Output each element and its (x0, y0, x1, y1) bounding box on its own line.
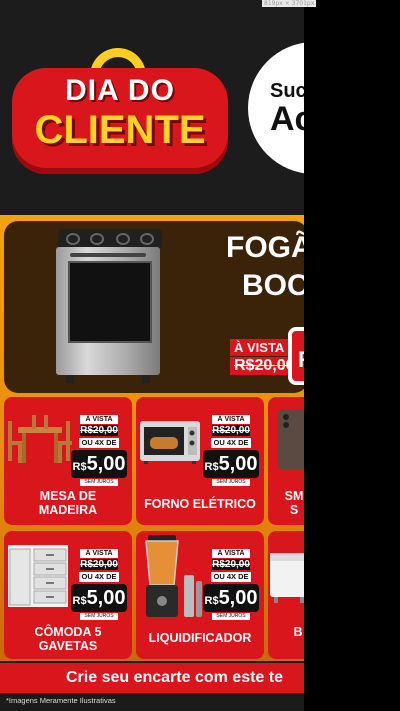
stove-oven-window (68, 261, 152, 343)
stove-cooktop (58, 229, 162, 249)
product-name: MESA DE MADEIRA (38, 489, 98, 517)
featured-title-line-1: FOGÃ (226, 231, 304, 264)
avista-label: À VISTA (80, 415, 118, 424)
avista-label: À VISTA (212, 549, 250, 558)
price-currency: R$ (204, 595, 219, 607)
product-name: B (293, 625, 303, 639)
footer: *Imagens Meramente Ilustrativas (0, 693, 304, 711)
logo-line-2: CLIENTE (34, 108, 206, 152)
price-value: 5,00 (218, 453, 258, 475)
burner-icon (140, 233, 154, 245)
burner-icon (116, 233, 130, 245)
stove-handle (70, 253, 146, 257)
old-price: R$20,00 (212, 559, 250, 570)
product-name: CÔMODA 5 GAVETAS (34, 625, 102, 653)
header-banner: DIA DO CLIENTE Suc Ac (0, 0, 304, 215)
electric-oven-image (140, 421, 200, 464)
product-name-line-1: SM (284, 489, 304, 503)
create-flyer-cta[interactable]: Crie seu encarte com este te (0, 663, 304, 693)
dresser-image (8, 545, 68, 607)
price-box: À VISTA R$20,00 OU 4X DE R$5,00 SEM JURO… (70, 549, 128, 620)
burner-icon (90, 233, 104, 245)
avista-label: À VISTA (212, 415, 250, 424)
viewport-size-tag: 819px × 3701px (262, 0, 317, 7)
stove-feet (66, 375, 150, 383)
installments-label: OU 4X DE (79, 438, 119, 448)
sem-juros-label: SEM JUROS (212, 479, 250, 486)
product-card-comoda[interactable]: À VISTA R$20,00 OU 4X DE R$5,00 SEM JURO… (4, 531, 132, 659)
price-currency: R$ (72, 461, 87, 473)
old-price: R$20,00 (80, 559, 118, 570)
product-card-forno[interactable]: À VISTA R$20,00 OU 4X DE R$5,00 SEM JURO… (136, 397, 264, 525)
old-price: R$20,00 (212, 425, 250, 436)
price-currency: R$ (72, 595, 87, 607)
price-box: À VISTA R$20,00 OU 4X DE R$5,00 SEM JURO… (70, 415, 128, 486)
sem-juros-label: SEM JUROS (80, 613, 118, 620)
products-area: FOGÃ BOC À VISTA R$20,00 R À VIS (0, 215, 304, 661)
price-tag: R$5,00 (203, 584, 259, 612)
installments-label: OU 4X DE (79, 572, 119, 582)
sem-juros-label: SEM JUROS (212, 613, 250, 620)
promo-badge-line-2: Ac (270, 100, 304, 138)
price-currency: R$ (204, 461, 219, 473)
price-tag: R$5,00 (203, 450, 259, 478)
dia-do-cliente-logo: DIA DO CLIENTE (12, 48, 228, 176)
old-price: R$20,00 (80, 425, 118, 436)
featured-product-card[interactable]: FOGÃ BOC À VISTA R$20,00 R (4, 221, 304, 393)
price-box: À VISTA R$20,00 OU 4X DE R$5,00 SEM JURO… (202, 415, 260, 486)
viewport-empty-area (304, 0, 400, 711)
featured-price-tag: R (288, 327, 304, 385)
price-tag: R$5,00 (71, 584, 127, 612)
product-name: FORNO ELÉTRICO (144, 497, 256, 511)
price-value: 5,00 (86, 587, 126, 609)
product-card-liquidificador[interactable]: À VISTA R$20,00 OU 4X DE R$5,00 SEM JURO… (136, 531, 264, 659)
installments-label: OU 4X DE (211, 572, 251, 582)
avista-label: À VISTA (80, 549, 118, 558)
stove-image (50, 223, 170, 389)
footer-disclaimer: *Imagens Meramente Ilustrativas (6, 696, 116, 705)
appliance-image (270, 553, 304, 603)
price-value: 5,00 (86, 453, 126, 475)
table-chairs-image (8, 415, 72, 463)
product-name: LIQUIDIFICADOR (148, 631, 252, 645)
flyer-canvas: DIA DO CLIENTE Suc Ac FOGÃ BOC À (0, 0, 304, 711)
product-name-line-2: S (289, 503, 299, 517)
logo-line-1: DIA DO (65, 74, 175, 107)
burner-icon (66, 233, 80, 245)
sem-juros-label: SEM JUROS (80, 479, 118, 486)
price-value: 5,00 (218, 587, 258, 609)
featured-avista-label: À VISTA (230, 339, 289, 356)
featured-title-line-2: BOC (242, 269, 304, 302)
smartphone-image (278, 409, 304, 469)
blender-image (145, 535, 202, 617)
product-card-smartphone[interactable]: SM S (268, 397, 304, 525)
price-tag: R$5,00 (71, 450, 127, 478)
product-card-partial[interactable]: B (268, 531, 304, 659)
price-box: À VISTA R$20,00 OU 4X DE R$5,00 SEM JURO… (202, 549, 260, 620)
product-card-mesa[interactable]: À VISTA R$20,00 OU 4X DE R$5,00 SEM JURO… (4, 397, 132, 525)
installments-label: OU 4X DE (211, 438, 251, 448)
